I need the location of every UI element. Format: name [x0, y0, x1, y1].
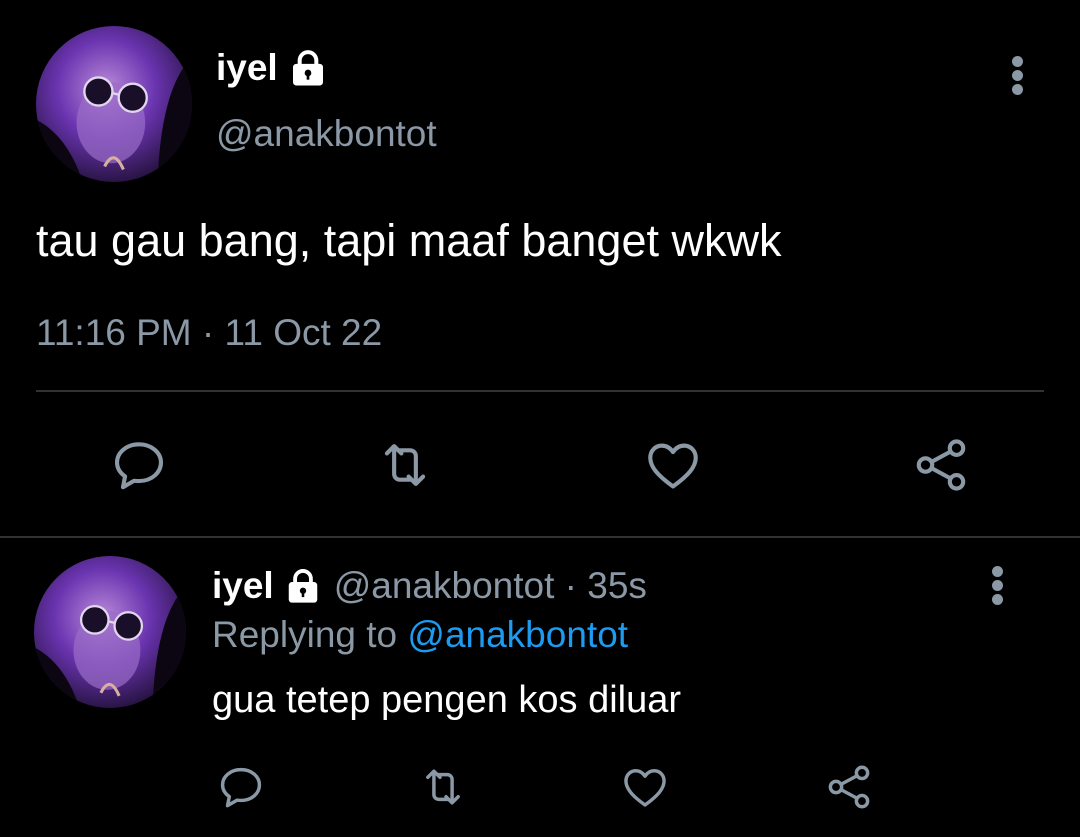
heart-icon [624, 769, 666, 807]
avatar-image [36, 26, 192, 182]
avatar[interactable] [34, 556, 186, 708]
reply-header: iyel @anakbontot · 35s [212, 562, 647, 610]
handle[interactable]: @anakbontot [216, 112, 437, 156]
replying-mention-link[interactable]: @anakbontot [407, 614, 628, 655]
more-options-button[interactable] [1000, 52, 1034, 98]
avatar-image [34, 556, 186, 708]
lock-icon [288, 48, 328, 88]
handle-and-time[interactable]: @anakbontot · 35s [334, 565, 647, 607]
share-button[interactable] [906, 430, 976, 500]
retweet-icon [426, 769, 460, 805]
display-name-row: iyel [216, 46, 328, 90]
retweet-button[interactable] [370, 430, 440, 500]
reply-icon [220, 767, 262, 808]
share-button[interactable] [814, 752, 884, 822]
tweet-text: tau gau bang, tapi maaf banget wkwk [36, 215, 782, 266]
share-icon [828, 765, 870, 809]
retweet-button[interactable] [408, 752, 478, 822]
replying-prefix: Replying to [212, 614, 408, 655]
heart-icon [648, 443, 698, 489]
avatar[interactable] [36, 26, 192, 182]
display-name[interactable]: iyel [212, 565, 274, 607]
divider [36, 390, 1044, 392]
more-options-button[interactable] [980, 562, 1014, 608]
reply-button[interactable] [206, 752, 276, 822]
timestamp[interactable]: 11:16 PM · 11 Oct 22 [36, 310, 382, 356]
tweet-text: gua tetep pengen kos diluar [212, 679, 682, 721]
replying-to: Replying to @anakbontot [212, 612, 628, 658]
divider [0, 536, 1080, 538]
reply-button[interactable] [104, 430, 174, 500]
like-button[interactable] [638, 430, 708, 500]
like-button[interactable] [610, 752, 680, 822]
reply-icon [114, 442, 164, 490]
more-icon [992, 566, 1003, 577]
retweet-icon [384, 444, 426, 486]
more-icon [1012, 56, 1023, 67]
lock-icon [284, 567, 322, 605]
share-icon [916, 439, 966, 491]
display-name[interactable]: iyel [216, 46, 278, 90]
